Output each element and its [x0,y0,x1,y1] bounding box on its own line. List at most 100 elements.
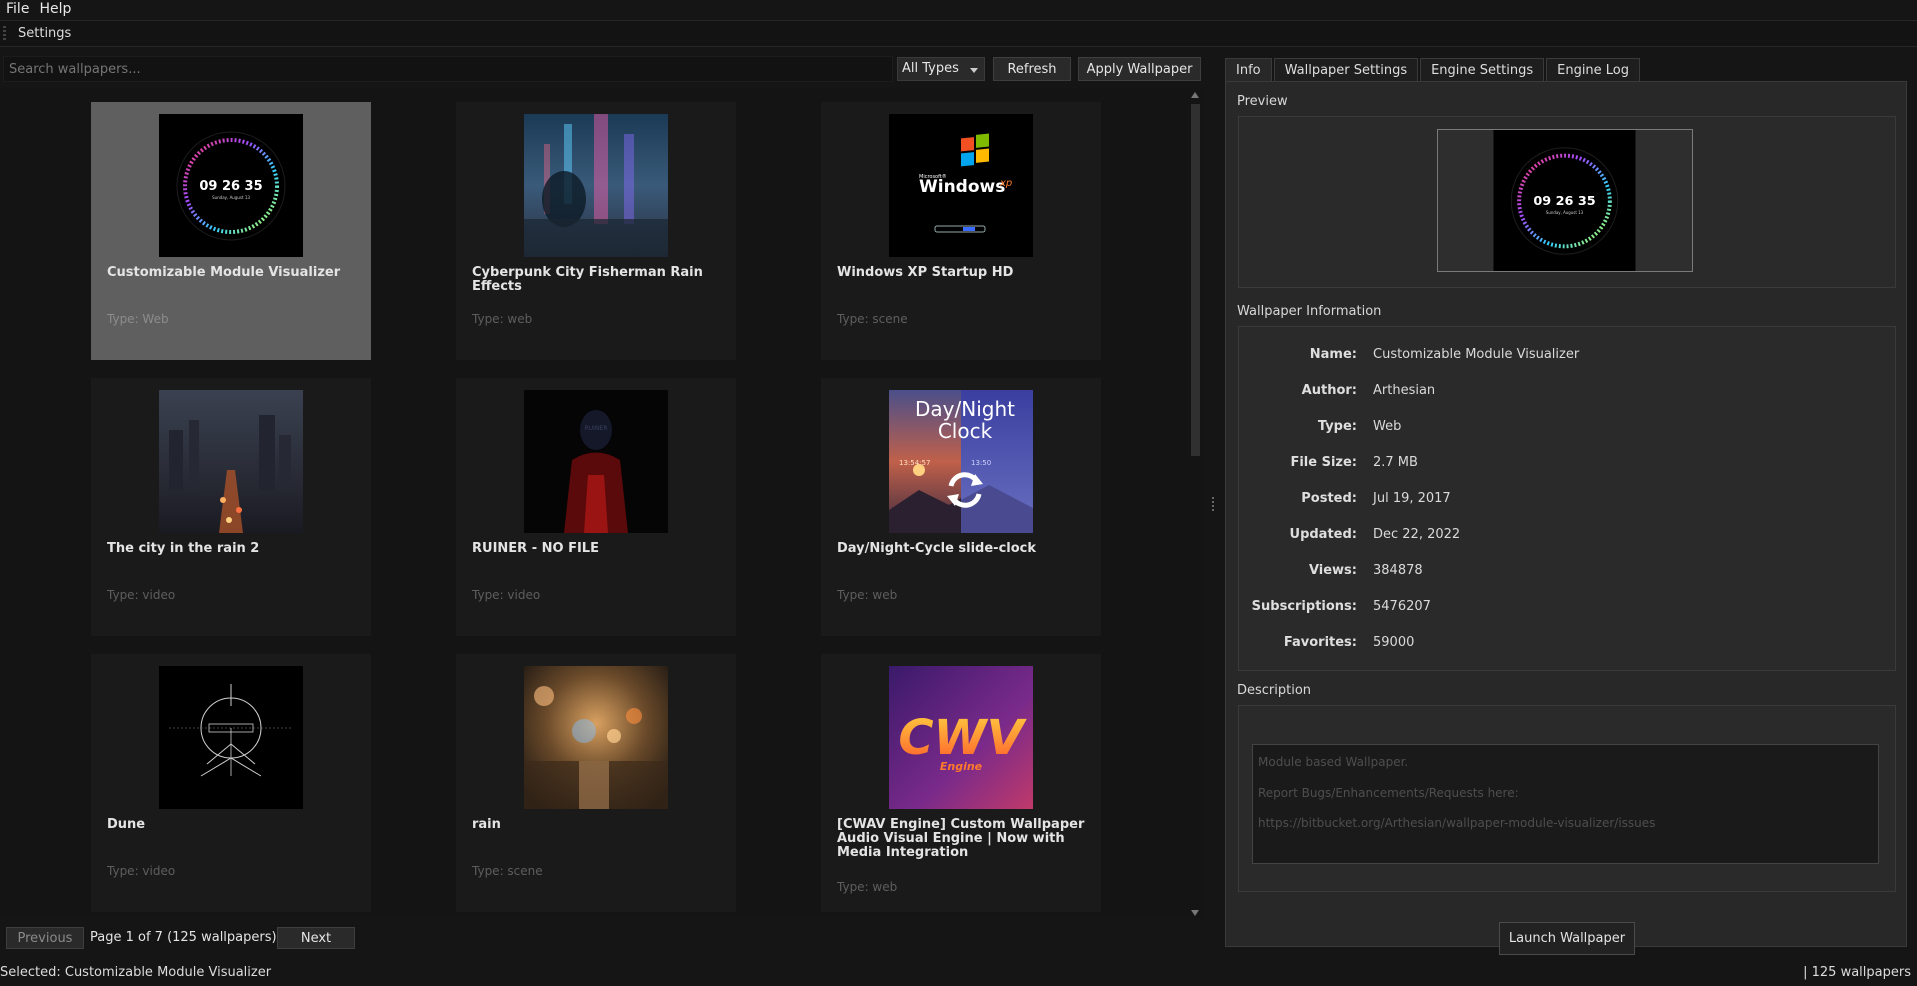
preview-clock-date: Sunday, August 13 [1546,210,1584,215]
daynight-title-line1: Day/Night [915,397,1015,421]
info-row-views: Views: 384878 [1239,563,1897,583]
info-label: File Size: [1290,455,1357,470]
scroll-down-icon[interactable] [1191,910,1199,916]
wallpaper-thumbnail: Day/Night Clock 13:54:57 13:50 [889,390,1033,533]
wallpaper-card[interactable]: The city in the rain 2 Type: video [91,378,371,636]
wallpaper-thumbnail: CWV Engine [889,666,1033,809]
wallpaper-card[interactable]: CWV Engine [CWAV Engine] Custom Wallpape… [821,654,1101,912]
xp-suffix-label: xp [999,178,1012,189]
preview-clock-time: 09 26 35 [1533,194,1595,209]
description-group: Module based Wallpaper. Report Bugs/Enha… [1238,705,1896,892]
grid-scrollbar[interactable] [1189,90,1201,918]
menu-file[interactable]: File [6,1,29,17]
wallpaper-title: rain [472,817,501,832]
wallpaper-card[interactable]: RUINER RUINER - NO FILE Type: video [456,378,736,636]
wallpaper-grid: 09 26 35 Sunday, August 13 Customizable … [0,88,1204,916]
wallpaper-title: Day/Night-Cycle slide-clock [837,541,1037,556]
info-label: Posted: [1301,491,1357,506]
info-row-posted: Posted: Jul 19, 2017 [1239,491,1897,511]
wallpaper-thumbnail: RUINER [524,390,668,533]
tab-engine-log[interactable]: Engine Log [1546,58,1641,82]
info-row-file-size: File Size: 2.7 MB [1239,455,1897,475]
wallpaper-title: Cyberpunk City Fisherman Rain Effects [472,265,703,294]
wallpaper-card[interactable]: Dune Type: video [91,654,371,912]
info-label: Type: [1317,419,1357,434]
wallpaper-thumbnail [524,114,668,257]
xp-word-label: Windows [919,177,1005,197]
info-row-updated: Updated: Dec 22, 2022 [1239,527,1897,547]
cwav-logo-sub: Engine [940,760,983,773]
scrollbar-thumb[interactable] [1191,104,1200,456]
settings-button[interactable]: Settings [18,26,71,41]
chevron-down-icon [970,68,978,73]
info-value: 384878 [1373,563,1423,578]
info-value: Customizable Module Visualizer [1373,347,1580,362]
preview-group: 09 26 35 Sunday, August 13 [1238,116,1896,288]
apply-wallpaper-button[interactable]: Apply Wallpaper [1078,57,1201,81]
previous-button[interactable]: Previous [6,927,84,949]
type-filter-value: All Types [902,61,959,76]
scroll-up-icon[interactable] [1191,92,1199,98]
info-row-author: Author: Arthesian [1239,383,1897,403]
tab-wallpaper-settings[interactable]: Wallpaper Settings [1273,58,1419,82]
wallpaper-type: Type: scene [472,864,543,878]
wallpaper-title: Windows XP Startup HD [837,265,1014,280]
pagination: Previous Page 1 of 7 (125 wallpapers) Ne… [0,927,1204,953]
toolbar-grip[interactable] [3,26,6,42]
details-pane: Info Wallpaper Settings Engine Settings … [1225,58,1907,955]
info-label: Name: [1309,347,1357,362]
wallpaper-thumbnail [524,666,668,809]
wallpaper-thumbnail [159,666,303,809]
info-value: Dec 22, 2022 [1373,527,1461,542]
info-heading: Wallpaper Information [1237,304,1382,319]
refresh-button[interactable]: Refresh [993,57,1071,81]
type-filter-select[interactable]: All Types [897,57,985,81]
wallpaper-title: [CWAV Engine] Custom Wallpaper Audio Vis… [837,817,1085,860]
description-text[interactable]: Module based Wallpaper. Report Bugs/Enha… [1252,744,1879,864]
wallpaper-thumbnail [159,390,303,533]
tab-info[interactable]: Info [1225,58,1272,82]
next-button[interactable]: Next [277,927,355,949]
wallpaper-type: Type: video [107,864,176,878]
wallpaper-title: RUINER - NO FILE [472,541,599,556]
preview-image: 09 26 35 Sunday, August 13 [1493,130,1636,271]
menu-bar: File Help [0,0,1917,18]
page-info: Page 1 of 7 (125 wallpapers) [90,930,277,945]
wallpaper-card[interactable]: Microsoft® Windows xp Windows XP Startup… [821,102,1101,360]
wallpaper-card[interactable]: 09 26 35 Sunday, August 13 Customizable … [91,102,371,360]
info-row-name: Name: Customizable Module Visualizer [1239,347,1897,367]
info-group: Name: Customizable Module Visualizer Auth… [1238,326,1896,671]
search-input[interactable] [3,56,893,82]
wallpaper-card[interactable]: rain Type: scene [456,654,736,912]
wallpaper-card[interactable]: Cyberpunk City Fisherman Rain Effects Ty… [456,102,736,360]
info-label: Author: [1301,383,1357,398]
info-row-subscriptions: Subscriptions: 5476207 [1239,599,1897,619]
cwav-logo-text: CWV [898,710,1027,766]
description-line: Report Bugs/Enhancements/Requests here: [1258,785,1519,800]
info-value: Arthesian [1373,383,1436,398]
description-line: Module based Wallpaper. [1258,755,1409,769]
details-tabs: Info Wallpaper Settings Engine Settings … [1225,58,1642,82]
tab-engine-settings[interactable]: Engine Settings [1420,58,1545,82]
daynight-time-right: 13:50 [971,459,991,467]
info-label: Views: [1308,563,1357,578]
launch-wallpaper-button[interactable]: Launch Wallpaper [1499,922,1635,955]
wallpaper-title: Dune [107,817,146,832]
info-label: Favorites: [1283,635,1357,650]
clock-date-label: Sunday, August 13 [212,195,250,200]
wallpaper-thumbnail: Microsoft® Windows xp [889,114,1033,257]
menu-help[interactable]: Help [39,1,71,17]
wallpaper-card[interactable]: Day/Night Clock 13:54:57 13:50 Day/Night… [821,378,1101,636]
info-value: 2.7 MB [1373,455,1418,470]
toolbar: Settings [0,20,1917,47]
info-row-favorites: Favorites: 59000 [1239,635,1897,655]
status-selected: Selected: Customizable Module Visualizer [0,965,272,980]
description-heading: Description [1237,683,1312,698]
info-value: Web [1373,419,1402,434]
wallpaper-type: Type: video [472,588,541,602]
status-count: | 125 wallpapers [1803,965,1911,980]
info-label: Subscriptions: [1251,599,1357,614]
daynight-time-left: 13:54:57 [899,459,930,467]
info-value: 5476207 [1373,599,1431,614]
daynight-title-line2: Clock [938,419,993,443]
